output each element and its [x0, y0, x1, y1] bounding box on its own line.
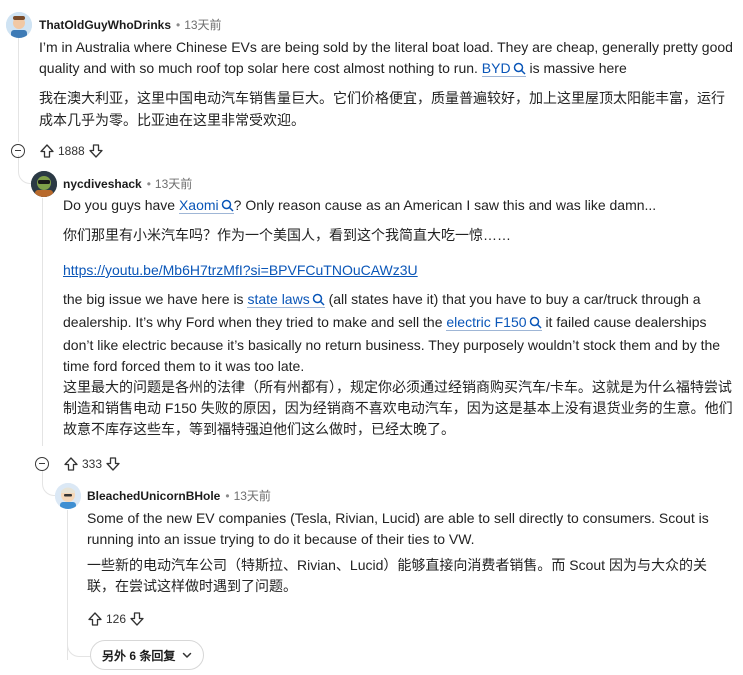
comment-text: is massive here: [529, 60, 627, 76]
comment-link: https://youtu.be/Mb6H7trzMfI?si=BPVFCuTN…: [63, 260, 735, 281]
thread-connector: [67, 630, 92, 657]
keyword-label: electric F150: [446, 314, 527, 330]
avatar[interactable]: [31, 171, 57, 197]
search-icon: [221, 197, 234, 218]
comment-body: Do you guys have Xaomi ? Only reason caus…: [63, 195, 735, 218]
comment-text: the big issue we have here is: [63, 291, 244, 307]
more-replies-button[interactable]: 另外 6 条回复: [90, 640, 205, 670]
comment-translation: 你们那里有小米汽车吗？作为一个美国人，看到这个我简直大吃一惊……: [63, 227, 511, 243]
comment-text: Do you guys have: [63, 197, 176, 213]
search-icon: [529, 314, 542, 335]
comment-body: the big issue we have here is state laws…: [63, 289, 733, 377]
comment-translation: 我在澳大利亚，这里中国电动汽车销售量巨大。它们价格便宜，质量普遍较好，加上这里屋…: [39, 90, 725, 128]
upvote-icon[interactable]: [87, 611, 103, 627]
vote-bar: 333: [63, 454, 121, 474]
avatar[interactable]: [6, 12, 32, 38]
vote-bar: 126: [87, 609, 145, 629]
timestamp[interactable]: 13天前: [234, 489, 271, 503]
search-icon: [513, 60, 526, 81]
search-keyword-link[interactable]: Xaomi: [178, 197, 234, 214]
username[interactable]: BleachedUnicornBHole: [87, 489, 220, 503]
comment-text: I’m in Australia where Chinese EVs are b…: [39, 39, 733, 76]
downvote-icon[interactable]: [129, 611, 145, 627]
timestamp[interactable]: 13天前: [155, 177, 192, 191]
separator-dot: •: [176, 18, 181, 32]
upvote-icon[interactable]: [39, 143, 55, 159]
comment-meta: nycdiveshack • 13天前: [63, 176, 192, 192]
comment-text: ? Only reason cause as an American I saw…: [233, 197, 657, 213]
avatar[interactable]: [55, 483, 81, 509]
keyword-label: Xaomi: [178, 197, 219, 213]
downvote-icon[interactable]: [88, 143, 104, 159]
separator-dot: •: [146, 177, 151, 191]
keyword-label: BYD: [481, 60, 511, 76]
comment-body: Some of the new EV companies (Tesla, Riv…: [87, 510, 709, 547]
downvote-icon[interactable]: [105, 456, 121, 472]
username[interactable]: ThatOldGuyWhoDrinks: [39, 18, 171, 32]
username[interactable]: nycdiveshack: [63, 177, 142, 191]
search-keyword-link[interactable]: state laws: [247, 291, 325, 308]
search-keyword-link[interactable]: BYD: [481, 60, 526, 77]
comment-translation: 一些新的电动汽车公司（特斯拉、Rivian、Lucid）能够直接向消费者销售。而…: [87, 557, 707, 594]
timestamp[interactable]: 13天前: [184, 18, 221, 32]
comment-body: I’m in Australia where Chinese EVs are b…: [39, 37, 735, 81]
collapse-icon[interactable]: [11, 144, 25, 158]
external-link[interactable]: https://youtu.be/Mb6H7trzMfI?si=BPVFCuTN…: [63, 262, 418, 278]
vote-bar: 1888: [39, 141, 104, 161]
thread-line[interactable]: [42, 198, 43, 446]
vote-count: 333: [82, 457, 103, 471]
separator-dot: •: [225, 489, 230, 503]
keyword-label: state laws: [247, 291, 310, 307]
search-icon: [312, 291, 325, 312]
thread-line[interactable]: [18, 38, 19, 142]
comment-meta: ThatOldGuyWhoDrinks • 13天前: [39, 17, 222, 33]
vote-count: 126: [106, 612, 127, 626]
comment-meta: BleachedUnicornBHole • 13天前: [87, 488, 271, 504]
collapse-icon[interactable]: [35, 457, 49, 471]
more-replies-label: 另外 6 条回复: [102, 648, 176, 663]
chevron-down-icon: [181, 649, 193, 661]
upvote-icon[interactable]: [63, 456, 79, 472]
comment-translation: 这里最大的问题是各州的法律（所有州都有），规定你必须通过经销商购买汽车/卡车。这…: [63, 379, 733, 437]
search-keyword-link[interactable]: electric F150: [446, 314, 542, 331]
vote-count: 1888: [58, 144, 85, 158]
